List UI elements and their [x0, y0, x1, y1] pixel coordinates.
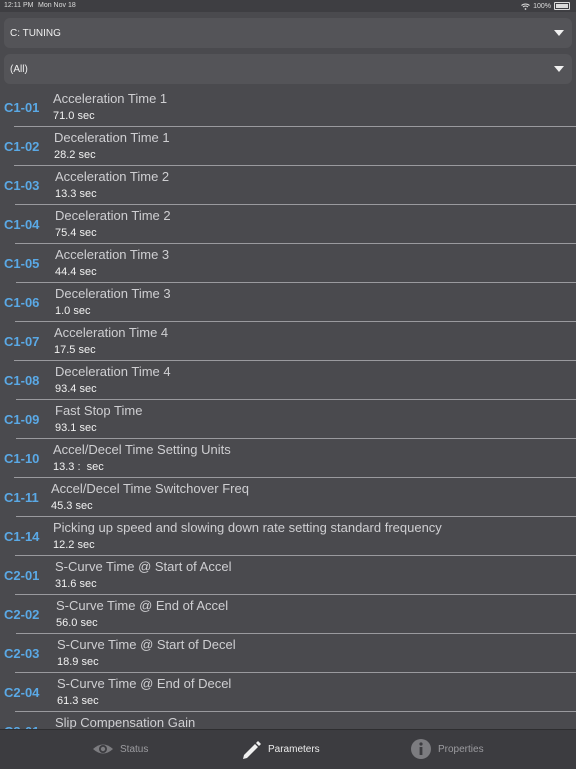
tab-status-label: Status — [120, 743, 149, 755]
parameter-code: C2-02 — [4, 607, 40, 622]
eye-icon — [93, 744, 113, 754]
parameter-value: 13.3 sec — [55, 188, 97, 200]
tab-parameters-label: Parameters — [268, 743, 320, 755]
parameter-title: Accel/Decel Time Setting Units — [53, 442, 231, 457]
parameter-title: S-Curve Time @ Start of Accel — [55, 559, 232, 574]
parameter-row[interactable]: C2-04 S-Curve Time @ End of Decel 61.3 sec — [0, 673, 576, 712]
tab-parameters[interactable]: Parameters — [240, 738, 320, 760]
parameter-code: C1-05 — [4, 256, 40, 271]
parameter-title: S-Curve Time @ End of Accel — [56, 598, 229, 613]
parameter-value: 93.4 sec — [55, 383, 97, 395]
parameter-value: 12.2 sec — [53, 539, 95, 551]
parameter-title: Slip Compensation Gain — [55, 715, 196, 729]
parameter-row[interactable]: C1-08 Deceleration Time 4 93.4 sec — [0, 361, 576, 400]
status-time: 12:11 PM — [4, 2, 34, 9]
info-icon — [411, 739, 431, 759]
parameter-code: C2-04 — [4, 685, 40, 700]
parameter-value: 93.1 sec — [55, 422, 97, 434]
parameter-title: S-Curve Time @ Start of Decel — [57, 637, 236, 652]
parameter-value: 1.0 sec — [55, 305, 91, 317]
parameter-row[interactable]: C1-14 Picking up speed and slowing down r… — [0, 517, 576, 556]
parameter-row[interactable]: C1-01 Acceleration Time 1 71.0 sec — [0, 88, 576, 127]
parameter-title: Fast Stop Time — [55, 403, 143, 418]
parameter-title: Deceleration Time 1 — [54, 130, 170, 145]
parameter-code: C1-04 — [4, 217, 40, 232]
parameter-value: 44.4 sec — [55, 266, 97, 278]
parameter-code: C1-02 — [4, 139, 40, 154]
parameter-value: 56.0 sec — [56, 617, 98, 629]
battery-percent: 100% — [533, 2, 551, 10]
parameter-value: 45.3 sec — [51, 500, 93, 512]
tab-bar: Status Parameters Properties — [0, 729, 576, 769]
parameter-row[interactable]: C2-01 S-Curve Time @ Start of Accel 31.6 s… — [0, 556, 576, 595]
parameter-row[interactable]: C1-11 Accel/Decel Time Switchover Freq 45.… — [0, 478, 576, 517]
parameter-title: Accel/Decel Time Switchover Freq — [51, 481, 249, 496]
tab-status[interactable]: Status — [92, 738, 148, 760]
filter-select-value: (All) — [10, 64, 28, 75]
parameter-code: C1-07 — [4, 334, 40, 349]
parameter-list[interactable]: C1-01 Acceleration Time 1 71.0 sec C1-02 Dec… — [0, 88, 576, 729]
wifi-icon — [521, 3, 530, 10]
parameter-value: 28.2 sec — [54, 149, 96, 161]
parameter-value: 71.0 sec — [53, 110, 95, 122]
parameter-value: 13.3 : sec — [53, 461, 104, 473]
parameter-row[interactable]: C1-04 Deceleration Time 2 75.4 sec — [0, 205, 576, 244]
parameter-value: 17.5 sec — [54, 344, 96, 356]
status-bar: 12:11 PM Mon Nov 18 100% — [0, 0, 576, 12]
parameter-code: C2-01 — [4, 568, 40, 583]
parameter-title: Deceleration Time 4 — [55, 364, 171, 379]
parameter-code: C1-14 — [4, 529, 40, 544]
parameter-row[interactable]: C1-05 Acceleration Time 3 44.4 sec — [0, 244, 576, 283]
status-date: Mon Nov 18 — [38, 2, 76, 9]
chevron-down-icon — [554, 30, 564, 36]
parameter-title: Acceleration Time 2 — [55, 169, 170, 184]
parameter-code: C1-09 — [4, 412, 40, 427]
parameter-row[interactable]: C1-10 Accel/Decel Time Setting Units 13.3 … — [0, 439, 576, 478]
parameter-title: Deceleration Time 3 — [55, 286, 171, 301]
parameter-value: 61.3 sec — [57, 695, 99, 707]
parameter-row[interactable]: C2-03 S-Curve Time @ Start of Decel 18.9 s… — [0, 634, 576, 673]
parameter-row[interactable]: C1-03 Acceleration Time 2 13.3 sec — [0, 166, 576, 205]
pencil-icon — [243, 741, 261, 759]
parameter-title: Acceleration Time 3 — [55, 247, 170, 262]
filter-select[interactable]: (All) — [4, 54, 572, 84]
parameter-title: Acceleration Time 1 — [53, 91, 168, 106]
battery-icon — [554, 2, 570, 10]
parameter-row[interactable]: C1-02 Deceleration Time 1 28.2 sec — [0, 127, 576, 166]
parameter-row[interactable]: C1-06 Deceleration Time 3 1.0 sec — [0, 283, 576, 322]
tab-properties-label: Properties — [438, 743, 484, 755]
parameter-row[interactable]: C1-09 Fast Stop Time 93.1 sec — [0, 400, 576, 439]
parameter-row[interactable]: C1-07 Acceleration Time 4 17.5 sec — [0, 322, 576, 361]
category-select-value: C: TUNING — [10, 28, 61, 39]
parameter-value: 75.4 sec — [55, 227, 97, 239]
parameter-title: Deceleration Time 2 — [55, 208, 171, 223]
parameter-row[interactable]: C2-02 S-Curve Time @ End of Accel 56.0 sec — [0, 595, 576, 634]
parameter-code: C1-08 — [4, 373, 40, 388]
parameter-title: S-Curve Time @ End of Decel — [57, 676, 232, 691]
category-select[interactable]: C: TUNING — [4, 18, 572, 48]
tab-properties[interactable]: Properties — [410, 738, 484, 760]
parameter-code: C1-11 — [4, 490, 39, 505]
parameter-code: C1-10 — [4, 451, 40, 466]
parameter-code: C1-06 — [4, 295, 40, 310]
parameter-title: Picking up speed and slowing down rate s… — [53, 520, 442, 535]
parameter-code: C2-03 — [4, 646, 40, 661]
chevron-down-icon — [554, 66, 564, 72]
parameter-code: C1-03 — [4, 178, 40, 193]
parameter-value: 18.9 sec — [57, 656, 99, 668]
parameter-title: Acceleration Time 4 — [54, 325, 169, 340]
parameter-value: 31.6 sec — [55, 578, 97, 590]
parameter-code: C1-01 — [4, 100, 40, 115]
status-indicators: 100% — [521, 2, 570, 10]
parameter-row[interactable]: C3-01Slip Compensation Gain — [0, 712, 576, 729]
